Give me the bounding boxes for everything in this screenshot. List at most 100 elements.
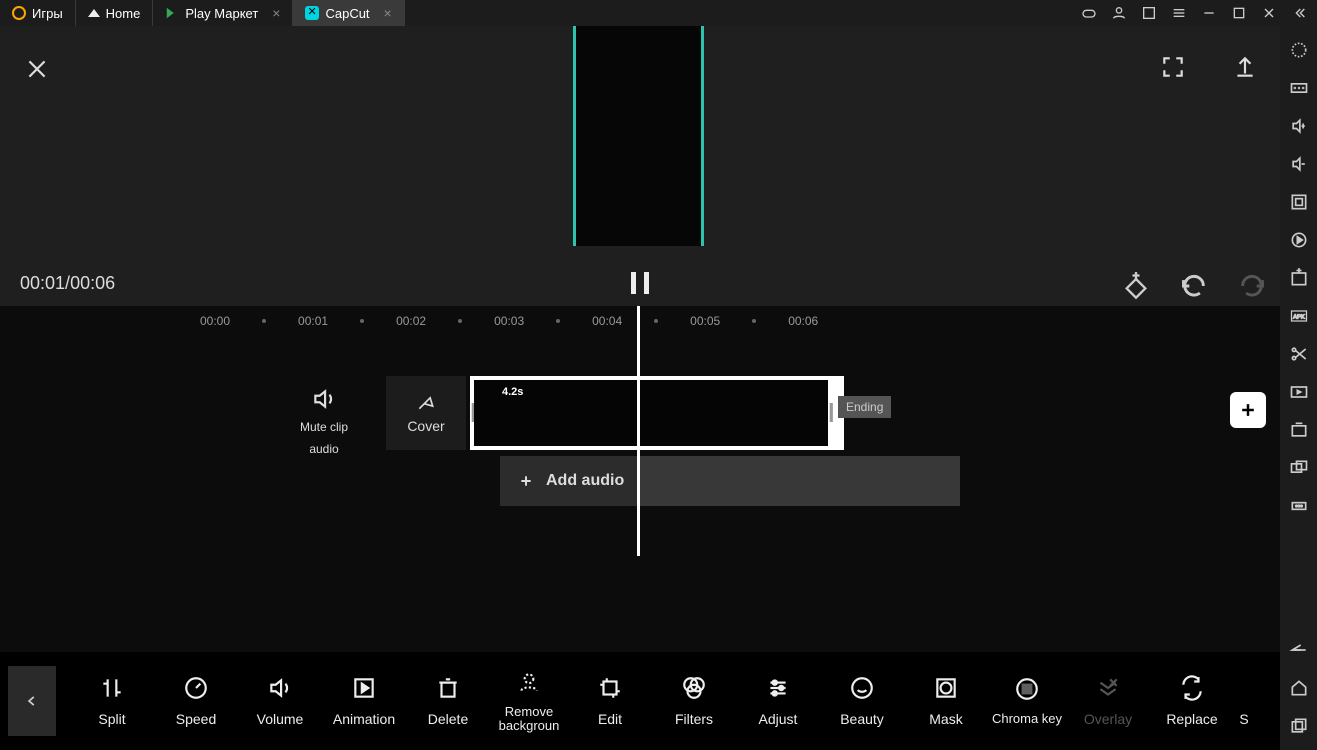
volume-icon — [267, 675, 293, 701]
ld-icon — [12, 6, 26, 20]
beauty-icon — [849, 675, 875, 701]
play-store-icon — [165, 6, 179, 20]
tool-label: Speed — [176, 711, 216, 727]
tool-beauty[interactable]: Beauty — [820, 675, 904, 727]
apk-icon[interactable]: APK — [1289, 306, 1309, 326]
current-time: 00:01 — [20, 273, 65, 293]
keyboard-icon[interactable] — [1289, 78, 1309, 98]
gamepad-icon[interactable] — [1081, 5, 1097, 21]
playhead[interactable] — [637, 306, 640, 556]
add-window-icon[interactable] — [1289, 268, 1309, 288]
sync-icon[interactable] — [1289, 230, 1309, 250]
toolbar-back-button[interactable] — [8, 666, 56, 736]
minimize-icon[interactable] — [1201, 5, 1217, 21]
close-icon[interactable]: × — [384, 5, 392, 21]
tick-label: 00:01 — [298, 314, 328, 328]
tool-label: Adjust — [759, 711, 798, 727]
tool-label: Overlay — [1084, 711, 1132, 727]
tool-chroma-key[interactable]: Chroma key — [988, 676, 1066, 726]
tab-label: Игры — [32, 6, 63, 21]
tab-games[interactable]: Игры — [0, 0, 76, 26]
tool-label: Remove backgroun — [490, 705, 568, 734]
export-icon[interactable] — [1232, 54, 1258, 80]
tab-play-market[interactable]: Play Маркет × — [153, 0, 293, 26]
close-editor-button[interactable] — [24, 56, 50, 89]
tab-label: Play Маркет — [185, 6, 258, 21]
undo-icon[interactable] — [1180, 272, 1208, 300]
timeline-ruler[interactable]: 00:00 00:01 00:02 00:03 00:04 00:05 00:0… — [0, 306, 1280, 336]
tab-capcut[interactable]: CapCut × — [293, 0, 404, 26]
screenshot-rail-icon[interactable] — [1289, 420, 1309, 440]
titlebar: Игры Home Play Маркет × CapCut × — [0, 0, 1317, 26]
tool-label: Split — [98, 711, 125, 727]
ending-badge[interactable]: Ending — [838, 396, 891, 418]
split-icon — [99, 675, 125, 701]
collapse-icon[interactable] — [1291, 5, 1307, 21]
edit-icon — [597, 675, 623, 701]
main: 00:01/00:06 00:00 00:01 00:02 00:03 00:0… — [0, 26, 1280, 750]
fullscreen-rail-icon[interactable] — [1289, 192, 1309, 212]
tick-label: 00:05 — [690, 314, 720, 328]
tick-label: 00:06 — [788, 314, 818, 328]
filters-icon — [681, 675, 707, 701]
pause-icon — [644, 272, 649, 294]
close-icon[interactable]: × — [272, 5, 280, 21]
side-rail: APK — [1280, 26, 1317, 750]
remove-bg-icon — [516, 669, 542, 695]
tool-animation[interactable]: Animation — [322, 675, 406, 727]
back-rail-icon[interactable] — [1289, 640, 1309, 660]
tool-delete[interactable]: Delete — [406, 675, 490, 727]
time-display: 00:01/00:06 — [20, 273, 115, 294]
settings-icon[interactable] — [1289, 40, 1309, 60]
redo-icon[interactable] — [1238, 272, 1266, 300]
mute-clip-audio-button[interactable]: Mute clip audio — [300, 386, 348, 456]
tool-split[interactable]: Split — [70, 675, 154, 727]
user-icon[interactable] — [1111, 5, 1127, 21]
keyframe-icon[interactable] — [1122, 272, 1150, 300]
volume-up-icon[interactable] — [1289, 116, 1309, 136]
add-audio-label: Add audio — [546, 472, 624, 490]
tool-volume[interactable]: Volume — [238, 675, 322, 727]
volume-down-icon[interactable] — [1289, 154, 1309, 174]
more-rail-icon[interactable] — [1289, 496, 1309, 516]
pause-icon — [631, 272, 636, 294]
record-icon[interactable] — [1289, 382, 1309, 402]
add-clip-button[interactable] — [1230, 392, 1266, 428]
tool-label: Animation — [333, 711, 395, 727]
video-preview[interactable] — [573, 26, 704, 246]
screenshot-icon[interactable] — [1141, 5, 1157, 21]
tool-edit[interactable]: Edit — [568, 675, 652, 727]
recent-rail-icon[interactable] — [1289, 716, 1309, 736]
chroma-key-icon — [1014, 676, 1040, 702]
home-rail-icon[interactable] — [1289, 678, 1309, 698]
close-window-icon[interactable] — [1261, 5, 1277, 21]
tool-adjust[interactable]: Adjust — [736, 675, 820, 727]
scissors-icon[interactable] — [1289, 344, 1309, 364]
speed-icon — [183, 675, 209, 701]
fullscreen-icon[interactable] — [1160, 54, 1186, 80]
tick-label: 00:00 — [200, 314, 230, 328]
tool-speed[interactable]: Speed — [154, 675, 238, 727]
mute-label: Mute clip — [300, 420, 348, 434]
menu-icon[interactable] — [1171, 5, 1187, 21]
multi-instance-icon[interactable] — [1289, 458, 1309, 478]
maximize-icon[interactable] — [1231, 5, 1247, 21]
tool-filters[interactable]: Filters — [652, 675, 736, 727]
delete-icon — [435, 675, 461, 701]
tool-overlay[interactable]: Overlay — [1066, 675, 1150, 727]
tool-mask[interactable]: Mask — [904, 675, 988, 727]
add-audio-button[interactable]: Add audio — [500, 456, 960, 506]
tool-label: Volume — [257, 711, 304, 727]
plus-icon — [518, 473, 534, 489]
pause-button[interactable] — [631, 272, 649, 294]
tick-label: 00:04 — [592, 314, 622, 328]
animation-icon — [351, 675, 377, 701]
tool-remove-background[interactable]: Remove backgroun — [490, 669, 568, 734]
cover-button[interactable]: Cover — [386, 376, 466, 450]
tab-home[interactable]: Home — [76, 0, 154, 26]
tool-more[interactable]: S — [1234, 675, 1254, 727]
tool-replace[interactable]: Replace — [1150, 675, 1234, 727]
audio-track-empty — [640, 456, 960, 506]
tool-label: Mask — [929, 711, 962, 727]
video-clip[interactable]: ▎ 4.2s ▎ — [470, 376, 844, 450]
